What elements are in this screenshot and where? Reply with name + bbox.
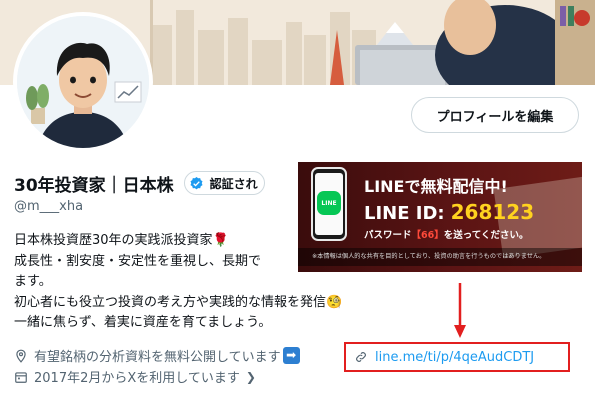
bio-line: 一緒に焦らず、着実に資産を育てましょう。 — [14, 315, 272, 331]
ad-password-suffix: を送ってください。 — [443, 230, 529, 241]
ad-id-label: LINE ID: — [364, 203, 445, 224]
line-promo-image: LINE LINEで無料配信中! LINE ID: 268123 パスワード【66… — [298, 162, 582, 272]
bio-line: ます。 — [14, 274, 52, 290]
ad-title: LINEで無料配信中! — [364, 177, 508, 196]
ad-password: 【66】 — [411, 230, 444, 241]
profile-link[interactable]: line.me/ti/p/4qeAudCDTJ — [375, 350, 534, 365]
name-row: 30年投資家｜日本株 認証され — [14, 170, 265, 196]
location-text: 有望銘柄の分析資料を無料公開しています — [34, 350, 281, 365]
joined-date: 2017年2月からXを利用しています ❯ — [14, 367, 256, 386]
right-arrow-emoji: ➡ — [282, 347, 300, 364]
verified-badge-icon — [190, 176, 203, 189]
edit-profile-button[interactable]: プロフィールを編集 — [411, 97, 579, 133]
line-logo-icon: LINE — [317, 191, 341, 215]
calendar-icon — [15, 371, 27, 383]
red-down-arrow — [454, 283, 466, 338]
bio-line: 日本株投資歴30年の実践派投資家🌹 — [14, 233, 229, 248]
get-verified-button[interactable]: 認証され — [183, 171, 265, 195]
ad-disclaimer: ※本情報は個人的な共有を目的としており、投資の助言を行うものではありません。 — [298, 248, 582, 266]
phone-illustration: LINE — [311, 167, 347, 241]
profile-link-highlight[interactable]: line.me/ti/p/4qeAudCDTJ — [344, 342, 570, 372]
link-icon — [356, 352, 366, 362]
ad-id-number: 268123 — [450, 200, 535, 224]
profile-location: 有望銘柄の分析資料を無料公開しています ➡ — [14, 346, 300, 365]
location-pin-icon — [16, 349, 26, 363]
bio: 日本株投資歴30年の実践派投資家🌹 成長性・割安度・安定性を重視し、長期で ます… — [14, 231, 342, 334]
bio-line: 初心者にも役立つ投資の考え方や実践的な情報を発信🧐 — [14, 294, 343, 310]
verified-label: 認証され — [209, 176, 258, 191]
handle: @m___xha — [14, 199, 84, 214]
chevron-right-icon[interactable]: ❯ — [246, 370, 256, 384]
bio-line: 成長性・割安度・安定性を重視し、長期で — [14, 253, 262, 269]
ad-password-line: パスワード【66】を送ってください。 — [364, 227, 529, 241]
ad-password-prefix: パスワード — [364, 230, 412, 241]
joined-text: 2017年2月からXを利用しています — [34, 371, 240, 386]
display-name: 30年投資家｜日本株 — [14, 175, 174, 196]
avatar[interactable] — [13, 12, 153, 152]
ad-id-row: LINE ID: 268123 — [364, 200, 534, 224]
